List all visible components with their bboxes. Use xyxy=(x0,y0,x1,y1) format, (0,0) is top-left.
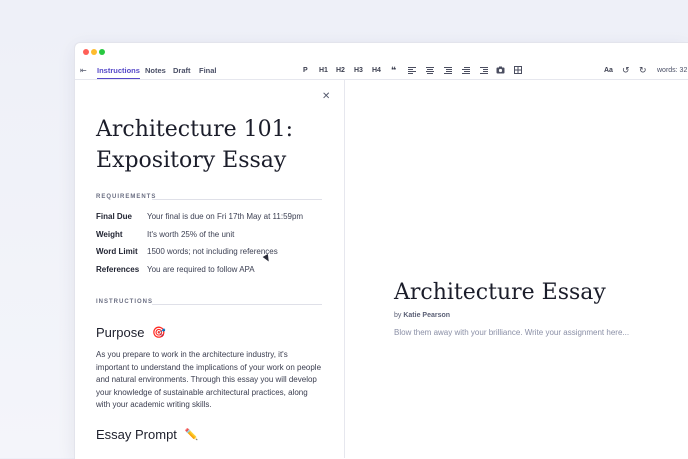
requirement-row: References You are required to follow AP… xyxy=(96,263,255,275)
pencil-icon: ✏️ xyxy=(184,429,199,441)
essay-prompt-heading: Essay Prompt ✏️ xyxy=(96,427,199,442)
purpose-heading-text: Purpose xyxy=(96,325,145,340)
byline-prefix: by xyxy=(394,312,402,319)
close-panel-icon[interactable]: ✕ xyxy=(322,91,330,102)
assignment-title: Architecture 101: Expository Essay xyxy=(96,114,326,176)
instructions-label: INSTRUCTIONS xyxy=(96,299,153,305)
byline: by Katie Pearson xyxy=(394,312,450,319)
requirement-row: Word Limit 1500 words; not including ref… xyxy=(96,245,278,257)
requirement-row: Weight It's worth 25% of the unit xyxy=(96,228,234,240)
requirements-divider xyxy=(152,199,322,200)
target-icon: 🎯 xyxy=(152,327,167,339)
requirement-value: It's worth 25% of the unit xyxy=(147,229,235,239)
author-name: Katie Pearson xyxy=(403,312,451,319)
purpose-heading: Purpose 🎯 xyxy=(96,325,166,340)
requirement-key: Final Due xyxy=(96,211,133,221)
assignment-title-line2: Expository Essay xyxy=(96,148,287,173)
instructions-divider xyxy=(152,304,322,305)
purpose-paragraph: As you prepare to work in the architectu… xyxy=(96,350,322,410)
requirement-key: Word Limit xyxy=(96,246,138,256)
requirement-value: Your final is due on Fri 17th May at 11:… xyxy=(147,211,304,221)
pane-divider[interactable] xyxy=(344,79,345,458)
essay-title[interactable]: Architecture Essay xyxy=(394,280,606,305)
requirement-key: Weight xyxy=(96,229,123,239)
content-layer: ✕ Architecture 101: Expository Essay REQ… xyxy=(74,42,688,458)
requirement-value: You are required to follow APA xyxy=(147,264,255,274)
assignment-title-line1: Architecture 101: xyxy=(96,117,294,142)
requirement-value: 1500 words; not including references xyxy=(147,246,278,256)
requirement-row: Final Due Your final is due on Fri 17th … xyxy=(96,210,303,222)
requirement-key: References xyxy=(96,264,140,274)
essay-prompt-heading-text: Essay Prompt xyxy=(96,427,177,442)
essay-body-input[interactable]: Blow them away with your brilliance. Wri… xyxy=(394,328,629,337)
requirements-label: REQUIREMENTS xyxy=(96,194,157,200)
